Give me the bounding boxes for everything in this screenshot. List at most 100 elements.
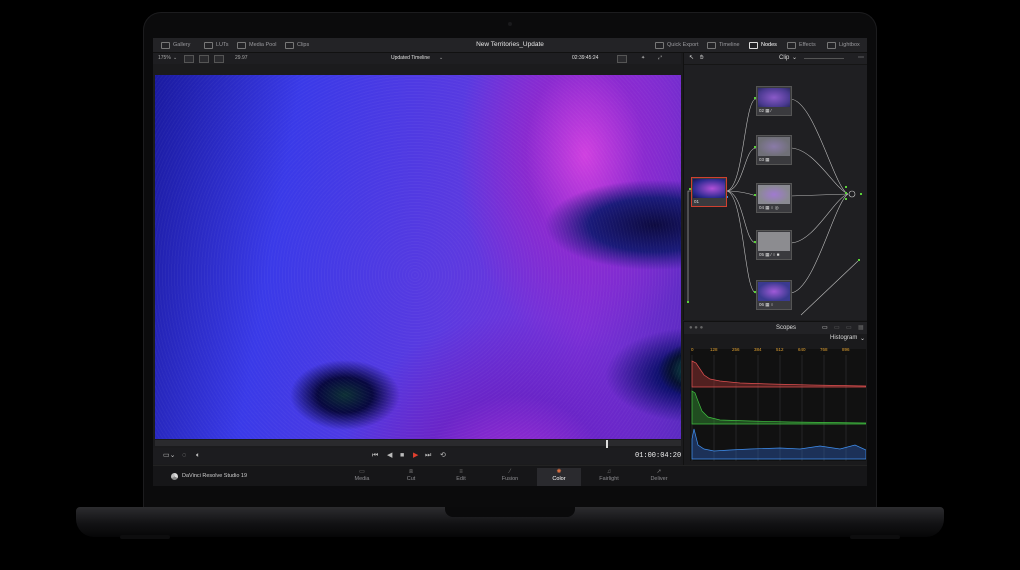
node-label: 06 ▦ ○: [759, 302, 774, 307]
color-icon: ✺: [556, 469, 562, 475]
node-number: 02: [759, 108, 765, 113]
transport-controls: ▭⌄ ◌ 🔈︎ ⏮︎ ◀ ■ ▶ ⏭︎ ⟲ 01:00:04:20: [153, 448, 681, 464]
node-thumbnail: [693, 179, 725, 198]
page-navigation: DaVinci Resolve Studio 19 ▭ Media ⧈ Cut ≡ E…: [153, 465, 867, 486]
zoom-dropdown[interactable]: 175%: [158, 53, 171, 64]
loop-button[interactable]: ⟲: [440, 448, 446, 464]
viewer-toolbar: 175% ⌄ 29.97 Updated Timeline ⌄ 02:39:45…: [153, 53, 681, 64]
tab-label: Fusion: [501, 476, 519, 482]
media-pool-icon: [237, 41, 246, 49]
layout-icon[interactable]: [214, 55, 224, 63]
chevron-down-icon[interactable]: ⌄: [860, 335, 865, 342]
node-thumbnail: [758, 88, 790, 107]
node-01[interactable]: 01: [691, 177, 727, 207]
node-label: 02 ▦ ⁄: [759, 108, 772, 113]
export-icon: [655, 41, 664, 49]
wand-icon[interactable]: ✦: [641, 53, 645, 64]
brand: DaVinci Resolve Studio 19: [171, 466, 247, 486]
scope-type-selector[interactable]: Histogram ⌄: [684, 335, 867, 345]
reverse-button[interactable]: ◀: [387, 448, 392, 464]
node-number: 06: [759, 302, 765, 307]
split-view-icon[interactable]: [199, 55, 209, 63]
node-number: 03: [759, 157, 765, 162]
dual-view-icon[interactable]: ▭: [834, 322, 840, 334]
node-06[interactable]: 06 ▦ ○: [756, 280, 792, 310]
node-04[interactable]: 04 ▦ ○ ◎: [756, 183, 792, 213]
go-to-start-button[interactable]: ⏮︎: [372, 448, 378, 464]
display-options-icon[interactable]: [617, 55, 627, 63]
node-thumbnail: [758, 232, 790, 251]
node-03[interactable]: 03 ▦: [756, 135, 792, 165]
node-thumbnail: [758, 137, 790, 156]
go-to-end-button[interactable]: ⏭︎: [425, 448, 431, 464]
node-thumbnail: [758, 185, 790, 204]
scope-type-label: Histogram: [830, 335, 858, 341]
grid-view-icon[interactable]: ▦: [858, 322, 864, 334]
node-02[interactable]: 02 ▦ ⁄: [756, 86, 792, 116]
tab-cut[interactable]: ⧈ Cut: [389, 468, 433, 486]
luts-label: LUTs: [216, 42, 229, 48]
single-view-icon[interactable]: ▭: [822, 322, 828, 334]
quick-export-label: Quick Export: [667, 42, 699, 48]
gallery-label: Gallery: [173, 42, 191, 48]
luts-button[interactable]: LUTs: [204, 38, 229, 52]
media-pool-label: Media Pool: [249, 42, 277, 48]
chevron-down-icon[interactable]: ⌄: [173, 53, 177, 64]
laptop-foot-left: [120, 535, 170, 539]
effects-button[interactable]: Effects: [787, 38, 816, 52]
edit-icon: ≡: [459, 469, 463, 475]
media-icon: ▭: [359, 469, 365, 475]
node-number: 04: [759, 205, 765, 210]
viewer-mode-icon[interactable]: [184, 55, 194, 63]
scopes-panel: ● ● ● Scopes ▭ ▭ ▭ ▦ Histogram ⌄ 0 128 2…: [683, 321, 867, 466]
tab-deliver[interactable]: ➚ Deliver: [637, 468, 681, 486]
node-editor[interactable]: ↖ ✋︎ Clip ⌄ ⋯ 01 02 ▦ ⁄ 03 ▦ 04 ▦ ○ ◎ 05…: [683, 53, 867, 320]
quad-view-icon[interactable]: ▭: [846, 322, 852, 334]
volume-icon[interactable]: 🔈︎: [196, 448, 200, 464]
node-05[interactable]: 05 ▦ ⁄ ○ ■: [756, 230, 792, 260]
scopes-title: Scopes: [776, 325, 797, 331]
tab-fairlight[interactable]: ♫ Fairlight: [587, 468, 631, 486]
effects-label: Effects: [799, 42, 816, 48]
timeline-selector[interactable]: Updated Timeline: [391, 53, 430, 64]
timecode: 01:00:04:20: [635, 452, 682, 460]
tab-label: Color: [552, 476, 566, 482]
gallery-icon: [161, 41, 170, 49]
tab-edit[interactable]: ≡ Edit: [439, 468, 483, 486]
clips-button[interactable]: Clips: [285, 38, 309, 52]
lightbox-button[interactable]: Lightbox: [827, 38, 860, 52]
lightbox-label: Lightbox: [839, 42, 860, 48]
playhead[interactable]: [606, 440, 608, 448]
app-window: Gallery LUTs Media Pool Clips New Territ…: [153, 38, 867, 486]
chevron-down-icon[interactable]: ⌄: [439, 53, 443, 64]
deliver-icon: ➚: [656, 469, 662, 475]
gallery-button[interactable]: Gallery: [161, 38, 190, 52]
node-label: 01: [694, 199, 700, 204]
window-dots-icon[interactable]: ● ● ●: [689, 322, 703, 334]
timeline-icon: [707, 41, 716, 49]
fusion-icon: ⁄: [509, 469, 511, 475]
transform-icon[interactable]: ⤢: [658, 53, 662, 64]
play-button[interactable]: ▶: [413, 448, 418, 464]
timeline-button[interactable]: Timeline: [707, 38, 740, 52]
media-pool-button[interactable]: Media Pool: [237, 38, 277, 52]
tab-color[interactable]: ✺ Color: [537, 468, 581, 486]
camera: [508, 22, 512, 26]
davinci-logo-icon: [171, 473, 178, 480]
nodes-button[interactable]: Nodes: [749, 38, 777, 52]
effects-icon: [787, 41, 796, 49]
skin-texture: [155, 75, 681, 439]
tab-media[interactable]: ▭ Media: [340, 468, 384, 486]
audio-icon[interactable]: ◌: [182, 448, 186, 464]
timeline-label: Timeline: [719, 42, 740, 48]
stop-button[interactable]: ■: [400, 448, 404, 464]
quick-export-button[interactable]: Quick Export: [655, 38, 698, 52]
nodes-icon: [749, 41, 758, 49]
node-label: 04 ▦ ○ ◎: [759, 205, 779, 210]
scrub-bar[interactable]: [155, 440, 681, 446]
tab-fusion[interactable]: ⁄ Fusion: [488, 468, 532, 486]
tab-label: Cut: [406, 476, 416, 482]
luts-icon: [204, 41, 213, 49]
view-options-icon[interactable]: ▭⌄: [163, 448, 175, 464]
tab-label: Media: [354, 476, 370, 482]
